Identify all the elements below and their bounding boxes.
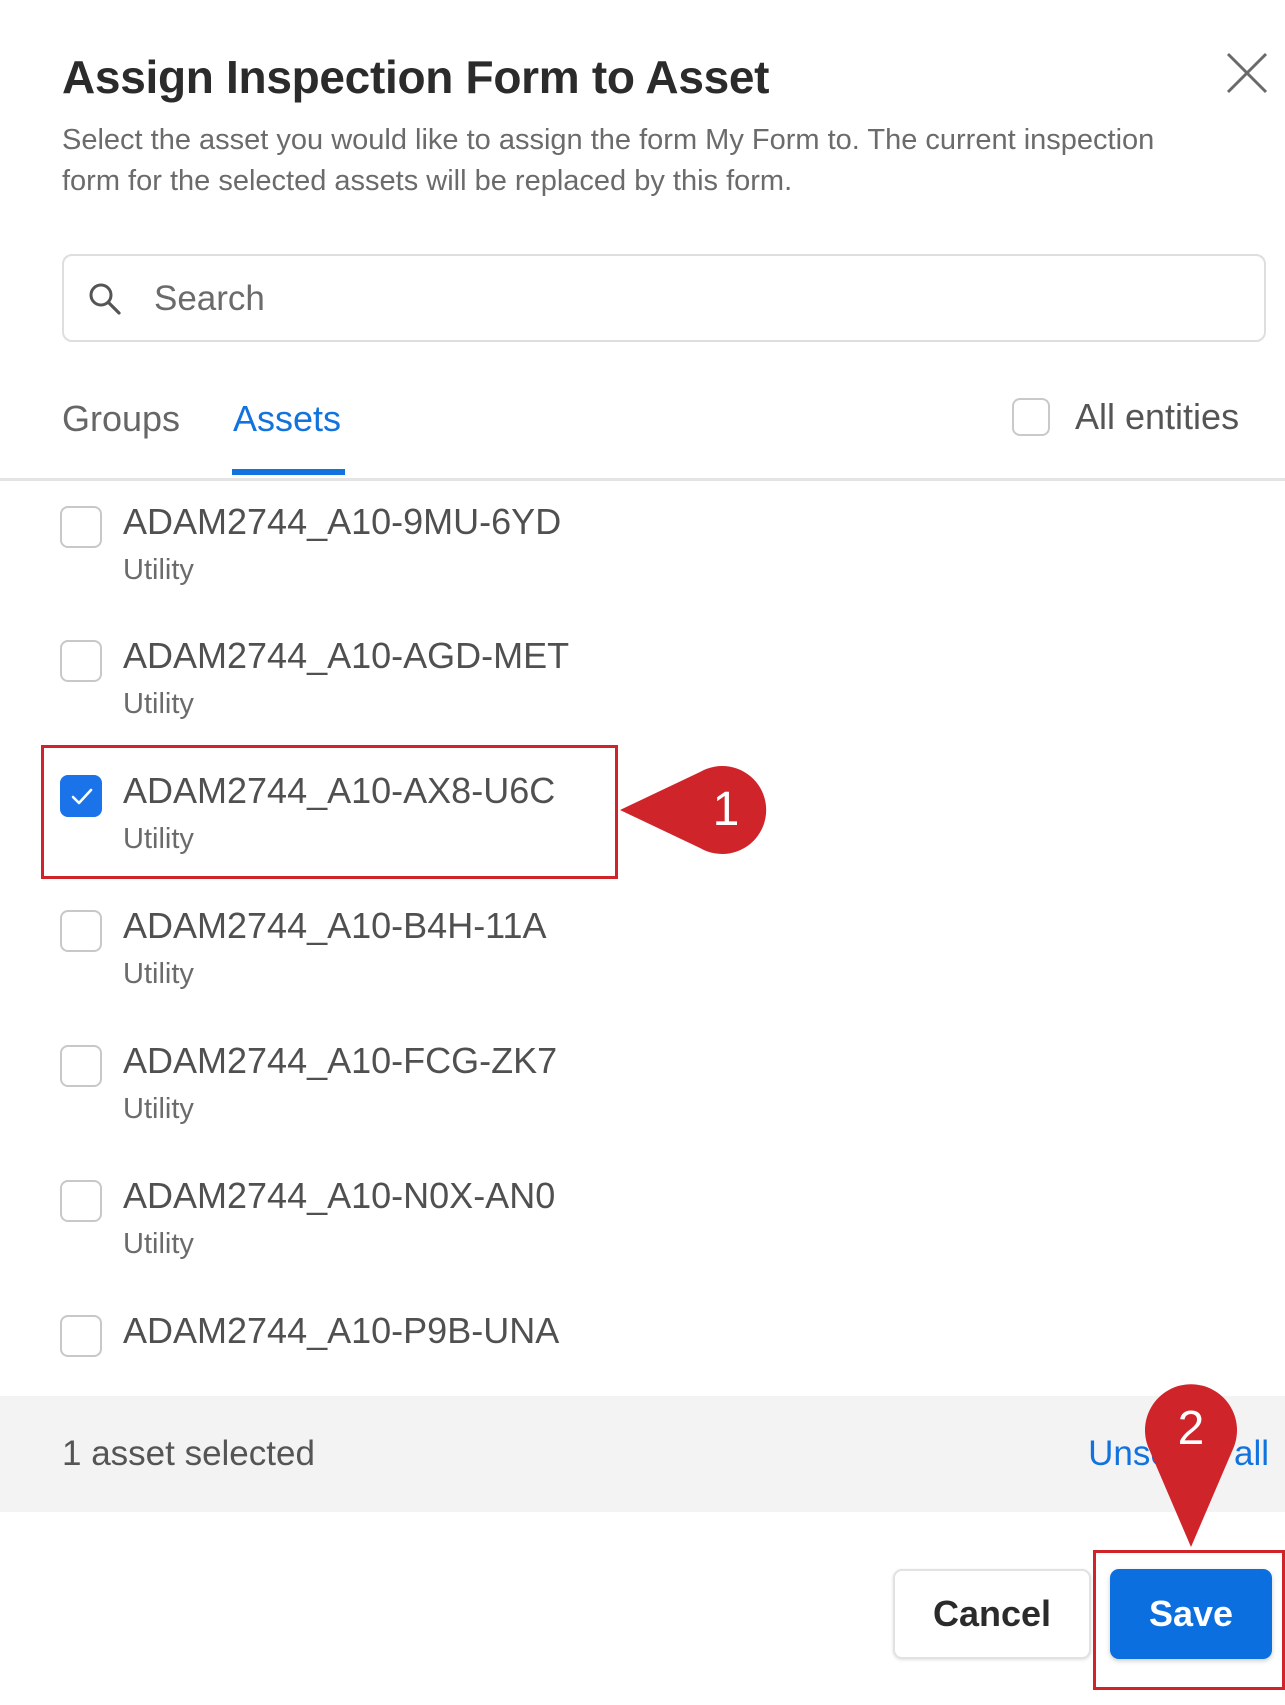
asset-type: Utility [123,958,194,990]
asset-checkbox[interactable] [60,1180,102,1222]
asset-name: ADAM2744_A10-FCG-ZK7 [123,1040,558,1081]
list-item[interactable]: ADAM2744_A10-N0X-AN0 Utility [60,1155,620,1265]
asset-name: ADAM2744_A10-AGD-MET [123,635,570,676]
asset-type: Utility [123,688,194,720]
selected-count: 1 asset selected [62,1434,315,1473]
search-box[interactable] [62,254,1266,342]
cancel-button[interactable]: Cancel [893,1569,1091,1659]
list-item[interactable]: ADAM2744_A10-9MU-6YD Utility [60,481,620,591]
list-item[interactable]: ADAM2744_A10-AGD-MET Utility [60,615,620,725]
active-tab-indicator [232,469,345,475]
step-2-callout: 2 [1141,1381,1241,1549]
asset-checkbox[interactable] [60,506,102,548]
asset-type: Utility [123,1228,194,1260]
search-input[interactable] [152,270,1236,328]
selection-footer: 1 asset selected Unselect all [0,1396,1285,1512]
step-1-callout: 1 [618,760,780,860]
asset-checkbox[interactable] [60,1045,102,1087]
asset-name: ADAM2744_A10-N0X-AN0 [123,1175,556,1216]
dialog-title: Assign Inspection Form to Asset [62,51,770,103]
asset-type: Utility [123,1093,194,1125]
tab-assets[interactable]: Assets [233,398,341,440]
asset-checkbox[interactable] [60,910,102,952]
step-1-number: 1 [712,783,740,836]
dialog-description: Select the asset you would like to assig… [62,124,1155,197]
asset-type: Utility [123,554,194,586]
list-item[interactable]: ADAM2744_A10-P9B-UNA [60,1290,620,1396]
search-icon [86,280,124,318]
asset-name: ADAM2744_A10-9MU-6YD [123,501,562,542]
asset-checkbox[interactable] [60,1315,102,1357]
asset-name: ADAM2744_A10-P9B-UNA [123,1310,560,1351]
all-entities-checkbox[interactable] [1012,398,1050,436]
close-icon[interactable] [1222,48,1272,98]
asset-list[interactable]: ADAM2744_A10-9MU-6YD Utility ADAM2744_A1… [0,481,1285,1396]
step-2-number: 2 [1177,1402,1205,1455]
tab-groups[interactable]: Groups [62,398,180,440]
asset-name: ADAM2744_A10-B4H-11A [123,905,547,946]
list-item[interactable]: ADAM2744_A10-B4H-11A Utility [60,885,620,995]
save-button-highlight [1093,1550,1285,1690]
tab-bar: Groups Assets All entities [0,380,1285,481]
assign-form-dialog: Assign Inspection Form to Asset Select t… [0,0,1285,1705]
selected-asset-highlight [41,745,618,879]
all-entities-label: All entities [1075,396,1240,437]
all-entities-toggle[interactable]: All entities [1012,396,1239,438]
list-item[interactable]: ADAM2744_A10-FCG-ZK7 Utility [60,1020,620,1130]
asset-checkbox[interactable] [60,640,102,682]
